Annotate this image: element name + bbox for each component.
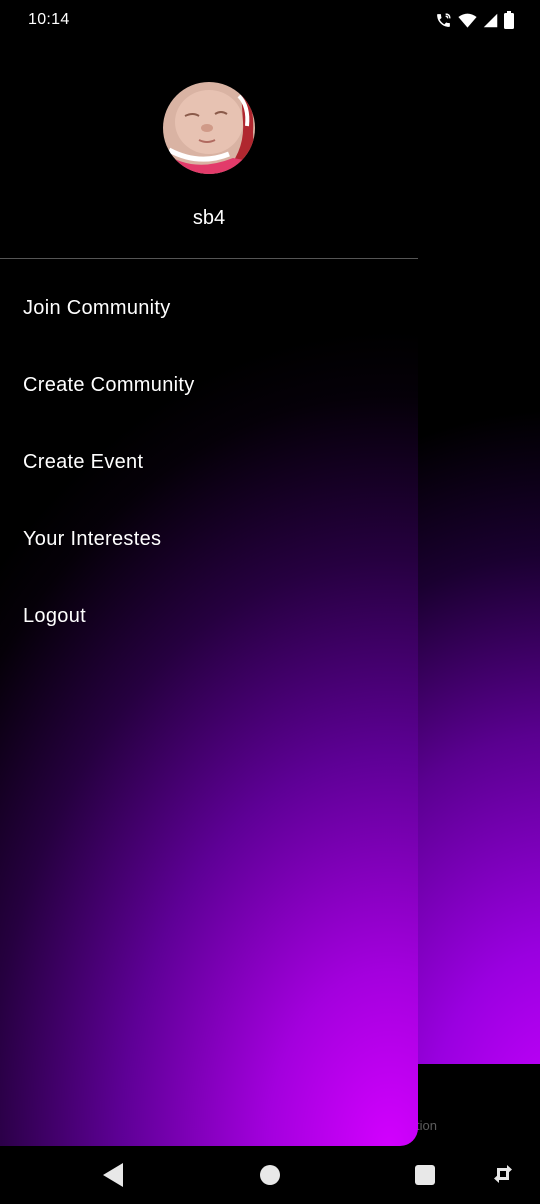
menu-item-logout[interactable]: Logout [0,578,418,655]
home-icon[interactable] [260,1165,280,1185]
battery-icon [504,11,514,29]
wifi-icon [458,13,477,28]
back-icon[interactable] [103,1163,123,1187]
drawer-header: sb4 [0,40,418,259]
drawer-divider [0,258,418,259]
signal-icon [483,13,498,27]
navigation-drawer: sb4 Join Community Create Community Crea… [0,0,418,1146]
avatar[interactable] [163,82,255,174]
menu-item-create-community[interactable]: Create Community [0,347,418,424]
recents-icon[interactable] [415,1165,435,1185]
system-nav-bar [0,1146,540,1204]
profile-photo-icon [163,82,255,174]
wifi-calling-icon [437,12,451,27]
menu-item-create-event[interactable]: Create Event [0,424,418,501]
menu-item-join-community[interactable]: Join Community [0,270,418,347]
status-bar: 10:14 [0,0,540,40]
drawer-menu: Join Community Create Community Create E… [0,270,418,655]
menu-item-your-interests[interactable]: Your Interestes [0,501,418,578]
status-icons [435,11,514,29]
rotate-icon[interactable] [493,1162,513,1186]
background-nav-label[interactable]: tion [416,1118,437,1133]
username: sb4 [192,207,226,229]
status-time: 10:14 [28,11,70,28]
